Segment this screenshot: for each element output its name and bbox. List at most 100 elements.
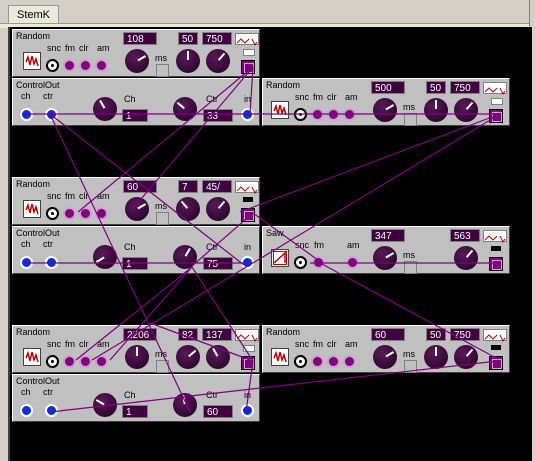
waveform-select-icon[interactable] bbox=[235, 329, 259, 342]
snc-port[interactable] bbox=[294, 108, 307, 121]
rate-knob[interactable] bbox=[373, 345, 397, 369]
clr-port[interactable] bbox=[79, 59, 92, 72]
saw-module[interactable]: Saw snc fm am 347 ms 563 bbox=[262, 226, 510, 274]
controller-knob[interactable] bbox=[173, 245, 197, 269]
random-module-1[interactable]: Random snc fm clr am 108 ms 50 750 bbox=[12, 29, 260, 77]
random-module-4[interactable]: Random snc fm clr am 2206 ms 82 137 bbox=[12, 325, 260, 373]
random-icon[interactable] bbox=[271, 101, 289, 119]
level-value[interactable]: 750 bbox=[450, 328, 480, 341]
level-value[interactable]: 750 bbox=[202, 32, 232, 45]
controlout-module-2[interactable]: ControlOut ch ctr Ch 1 Ctr 75 in bbox=[12, 226, 260, 274]
fm-port[interactable] bbox=[63, 59, 76, 72]
level-knob[interactable] bbox=[206, 197, 230, 221]
rate-value[interactable]: 500 bbox=[371, 81, 405, 94]
snc-port[interactable] bbox=[46, 207, 59, 220]
amount-knob[interactable] bbox=[176, 345, 200, 369]
level-value[interactable]: 750 bbox=[450, 81, 480, 94]
controller-value[interactable]: 60 bbox=[203, 405, 233, 418]
am-port[interactable] bbox=[95, 355, 108, 368]
channel-value[interactable]: 1 bbox=[122, 257, 148, 270]
ch-port[interactable] bbox=[20, 108, 33, 121]
frequency-value[interactable]: 347 bbox=[371, 229, 405, 242]
channel-value[interactable]: 1 bbox=[122, 405, 148, 418]
snc-port[interactable] bbox=[294, 355, 307, 368]
am-port[interactable] bbox=[95, 207, 108, 220]
patch-canvas[interactable]: Random snc fm clr am 108 ms 50 750 Contr… bbox=[8, 27, 532, 461]
random-icon[interactable] bbox=[271, 348, 289, 366]
controlout-module-1[interactable]: ControlOut ch ctr Ch 1 Ctr 33 in bbox=[12, 78, 260, 126]
ms-toggle[interactable] bbox=[156, 64, 169, 77]
waveform-select-icon[interactable] bbox=[235, 33, 259, 46]
clr-port[interactable] bbox=[327, 108, 340, 121]
output-port[interactable] bbox=[489, 257, 503, 271]
ms-toggle[interactable] bbox=[404, 261, 417, 274]
channel-knob[interactable] bbox=[93, 97, 117, 121]
am-port[interactable] bbox=[343, 355, 356, 368]
tab-stemk[interactable]: StemK bbox=[8, 5, 60, 25]
fm-port[interactable] bbox=[63, 207, 76, 220]
amount-knob[interactable] bbox=[176, 197, 200, 221]
am-port[interactable] bbox=[346, 256, 359, 269]
am-port[interactable] bbox=[343, 108, 356, 121]
amount-value[interactable]: 50 bbox=[426, 81, 446, 94]
snc-port[interactable] bbox=[46, 355, 59, 368]
output-port[interactable] bbox=[489, 356, 503, 370]
snc-port[interactable] bbox=[46, 59, 59, 72]
clr-port[interactable] bbox=[327, 355, 340, 368]
level-knob[interactable] bbox=[206, 345, 230, 369]
fm-port[interactable] bbox=[311, 108, 324, 121]
frequency-knob[interactable] bbox=[373, 246, 397, 270]
level-value[interactable]: 563 bbox=[450, 229, 480, 242]
fm-port[interactable] bbox=[311, 355, 324, 368]
amount-knob[interactable] bbox=[176, 49, 200, 73]
rate-knob[interactable] bbox=[125, 345, 149, 369]
controlout-module-3[interactable]: ControlOut ch ctr Ch 1 Ctr 60 in bbox=[12, 374, 260, 422]
ch-port[interactable] bbox=[20, 256, 33, 269]
ms-toggle[interactable] bbox=[156, 212, 169, 225]
output-port[interactable] bbox=[489, 109, 503, 123]
random-module-2[interactable]: Random snc fm clr am 500 ms 50 750 bbox=[262, 78, 510, 126]
waveform-select-icon[interactable] bbox=[483, 230, 507, 243]
channel-knob[interactable] bbox=[93, 393, 117, 417]
channel-knob[interactable] bbox=[93, 245, 117, 269]
ctr-port[interactable] bbox=[45, 404, 58, 417]
controller-knob[interactable] bbox=[173, 393, 197, 417]
ctr-port[interactable] bbox=[45, 256, 58, 269]
rate-knob[interactable] bbox=[125, 197, 149, 221]
level-knob[interactable] bbox=[454, 345, 478, 369]
saw-wave-icon[interactable] bbox=[271, 249, 289, 267]
controller-knob[interactable] bbox=[173, 97, 197, 121]
amount-value[interactable]: 50 bbox=[178, 32, 198, 45]
ms-toggle[interactable] bbox=[156, 360, 169, 373]
random-module-5[interactable]: Random snc fm clr am 60 ms 50 750 bbox=[262, 325, 510, 373]
random-module-3[interactable]: Random snc fm clr am 60 ms 7 45/ bbox=[12, 177, 260, 225]
rate-knob[interactable] bbox=[373, 98, 397, 122]
waveform-select-icon[interactable] bbox=[483, 329, 507, 342]
in-port[interactable] bbox=[241, 108, 254, 121]
am-port[interactable] bbox=[95, 59, 108, 72]
output-port[interactable] bbox=[241, 356, 255, 370]
output-port[interactable] bbox=[241, 208, 255, 222]
rate-value[interactable]: 108 bbox=[123, 32, 157, 45]
fm-port[interactable] bbox=[63, 355, 76, 368]
rate-knob[interactable] bbox=[125, 49, 149, 73]
level-knob[interactable] bbox=[454, 246, 478, 270]
in-port[interactable] bbox=[241, 404, 254, 417]
ctr-port[interactable] bbox=[45, 108, 58, 121]
amount-knob[interactable] bbox=[424, 345, 448, 369]
level-knob[interactable] bbox=[454, 98, 478, 122]
ms-toggle[interactable] bbox=[404, 113, 417, 126]
output-port[interactable] bbox=[241, 60, 255, 74]
random-icon[interactable] bbox=[23, 52, 41, 70]
controller-value[interactable]: 33 bbox=[203, 109, 233, 122]
random-icon[interactable] bbox=[23, 200, 41, 218]
waveform-select-icon[interactable] bbox=[235, 181, 259, 194]
amount-value[interactable]: 50 bbox=[426, 328, 446, 341]
amount-value[interactable]: 7 bbox=[178, 180, 198, 193]
level-value[interactable]: 137 bbox=[202, 328, 232, 341]
level-knob[interactable] bbox=[206, 49, 230, 73]
rate-value[interactable]: 60 bbox=[123, 180, 157, 193]
fm-port[interactable] bbox=[312, 256, 325, 269]
in-port[interactable] bbox=[241, 256, 254, 269]
channel-value[interactable]: 1 bbox=[122, 109, 148, 122]
